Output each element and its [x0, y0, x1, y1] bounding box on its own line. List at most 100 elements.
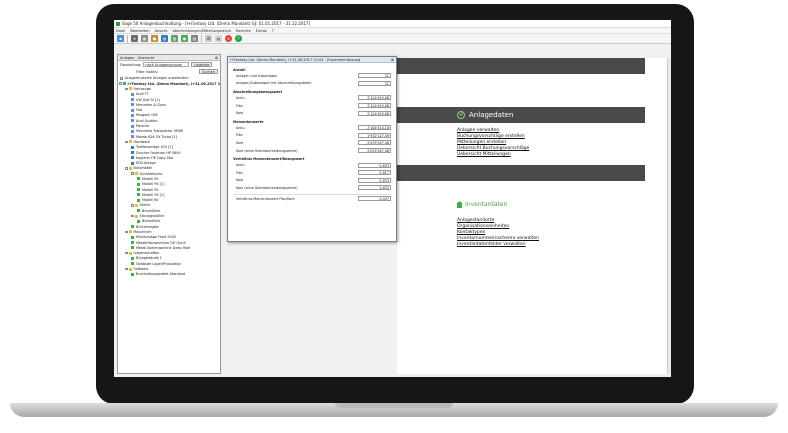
menu-item[interactable]: ?	[272, 29, 274, 33]
properties-icon[interactable]: ▤	[215, 35, 222, 42]
open-icon[interactable]: ▪	[117, 35, 124, 42]
hide-retired-checkbox[interactable]	[120, 76, 123, 80]
expand-icon[interactable]	[119, 82, 122, 85]
summary-row: Kore 0.833	[233, 177, 391, 185]
pc-icon	[131, 156, 134, 160]
summary-body: Anzahl Anlagen und Subanlagen 31 Anlagen/Su…	[228, 63, 396, 204]
summary-row: Anbu 0.833	[233, 161, 391, 169]
summary-value: 0.947	[358, 196, 391, 202]
summary-value: 2'035'547.46	[358, 140, 391, 146]
inventardaten-links: Anlagestandorte Organisationseinheiten Kon…	[457, 218, 539, 248]
leaf-icon	[131, 262, 134, 266]
tree-item-label: Modell 60	[142, 198, 159, 203]
tree-item-label: Bücherregale	[136, 224, 159, 229]
summary-row: Anbu 2'164'410.18	[233, 124, 391, 132]
second-header-band	[397, 165, 645, 181]
inventardaten-heading: Inventardaten	[456, 201, 507, 208]
expand-icon[interactable]	[125, 230, 128, 234]
toolbar-separator	[127, 34, 128, 43]
menu-item[interactable]: Datei	[116, 29, 125, 33]
tree-item-label: Bürostühle	[142, 219, 161, 224]
report-icon[interactable]: ▥	[171, 35, 178, 42]
summary-label: Kore	[236, 178, 244, 183]
leaf-icon	[137, 188, 140, 192]
expand-icon[interactable]	[125, 140, 128, 144]
tree-item[interactable]: I+Fantasy Ltd. (Demo Mandant), I+31.06.2…	[119, 81, 220, 86]
legend-button[interactable]: Legende	[191, 62, 213, 67]
summary-row: Fibu 2'124'455.08	[233, 102, 391, 110]
leaf-icon	[137, 198, 140, 202]
filter-row: Filter inaktiv Suchen	[118, 68, 220, 75]
display-select[interactable]: nach Anlagengruppe	[143, 62, 190, 67]
stop-icon[interactable]: ×	[225, 35, 232, 42]
expand-icon[interactable]	[131, 172, 134, 175]
folder-icon	[134, 172, 138, 176]
tree-item-label: Fiat	[136, 108, 143, 113]
tree-item-label: Klimaanlage Frost 2000	[136, 235, 176, 240]
anlagedaten-links: Anlagen verwalten Buchungsvorschläge erst…	[457, 128, 529, 158]
settings-icon[interactable]: ⚙	[205, 35, 212, 42]
search-button[interactable]: Suchen	[199, 69, 218, 74]
menu-item[interactable]: Extras	[256, 29, 267, 33]
tree-item-label: Hardware	[133, 139, 150, 144]
tree-item-label: EDV-Anlage	[136, 161, 156, 166]
print-icon[interactable]: ▤	[161, 35, 168, 42]
vertical-scrollbar[interactable]	[667, 58, 671, 374]
folder-icon	[134, 203, 138, 207]
calc-icon[interactable]: ▣	[181, 35, 188, 42]
leaf-icon	[131, 241, 134, 245]
app-logo-icon	[116, 21, 120, 26]
inventardaten-title: Inventardaten	[465, 201, 508, 208]
expand-icon[interactable]	[131, 204, 134, 207]
leaf-icon	[137, 182, 140, 186]
pc-icon	[131, 151, 134, 154]
table-icon[interactable]: ▦	[141, 35, 148, 42]
folder-icon	[128, 87, 132, 91]
expand-icon[interactable]	[125, 167, 128, 170]
tree-item-label: Buchhaltungspaket Standard	[136, 272, 186, 277]
expand-icon[interactable]	[125, 87, 128, 91]
list-icon[interactable]: ≡	[131, 35, 138, 42]
expand-icon[interactable]	[125, 267, 128, 271]
leaf-icon	[131, 246, 134, 250]
pc-icon	[131, 145, 134, 149]
menu-item[interactable]: Abschreibungen/Mitteilungsdruck	[173, 29, 232, 33]
tree-item-label: Drucker Faxbtron HP 5809	[136, 150, 181, 155]
tree-item-label: Telefonanlage X15 [1]	[136, 145, 174, 150]
folder-icon	[128, 267, 132, 271]
laptop-notch	[335, 403, 453, 408]
user-icon[interactable]: ●	[151, 35, 158, 42]
help-icon[interactable]: ?	[235, 35, 242, 42]
inventardaten-link[interactable]: Inventardatenfelder verwalten	[457, 242, 539, 248]
top-header-band	[397, 58, 645, 74]
folder-icon	[128, 251, 132, 255]
close-icon[interactable]: ⊠	[215, 56, 218, 60]
tree-item-label: Fahrzeuge	[133, 86, 152, 91]
summary-label: Anbu	[236, 163, 245, 168]
tree-item-label: Bürostühle	[142, 208, 161, 213]
menu-item[interactable]: Bearbeiten	[130, 29, 149, 33]
anlagedaten-link[interactable]: Uebersicht Mitteilungen	[457, 152, 529, 158]
menu-item[interactable]: Ansicht	[155, 29, 168, 33]
expand-icon[interactable]	[131, 214, 134, 218]
anlagedaten-title: Anlagedaten	[469, 111, 514, 119]
display-label: Darstellung:	[120, 62, 142, 67]
tree-item-label: VW Golf IV [1]	[136, 97, 160, 102]
summary-label: Fibu	[236, 170, 243, 175]
summary-value: 0.833	[358, 177, 391, 183]
tree-item-label: Schreibtische	[139, 171, 163, 176]
summary-label: Anlagen/Subanlagen mit Abschreibungsdate…	[236, 81, 312, 86]
close-icon[interactable]: ⊠	[391, 58, 394, 62]
summary-row: Kore (ohne Überabschreibungswerte) 2'035'…	[233, 147, 391, 155]
tree-item-label: Bürogebäude 1	[136, 256, 162, 261]
config-icon[interactable]: ▧	[191, 35, 198, 42]
summary-label: Verhältnis Momentanwert Fibu/Kore	[236, 196, 295, 201]
summary-label: Anlagen und Subanlagen	[236, 73, 278, 78]
car-icon	[131, 92, 134, 96]
tree-item-label: Stühle	[139, 203, 151, 208]
tree-item[interactable]: Buchhaltungspaket Standard	[119, 272, 220, 277]
expand-icon[interactable]	[125, 251, 128, 255]
menu-item[interactable]: Berichte	[236, 29, 251, 33]
leaf-icon	[137, 177, 140, 181]
leaf-icon	[137, 193, 140, 197]
